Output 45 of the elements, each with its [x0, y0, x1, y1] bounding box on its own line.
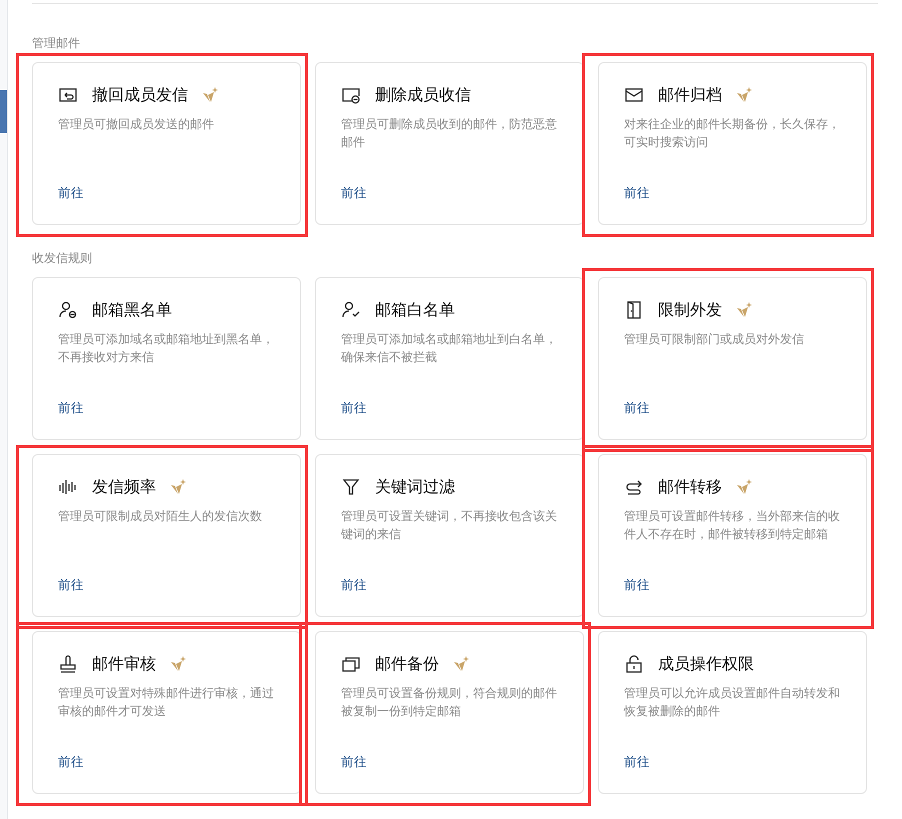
card-description: 管理员可以允许成员设置邮件自动转发和恢复被删除的邮件	[624, 685, 841, 720]
card-description: 管理员可设置邮件转移，当外部来信的收件人不存在时，邮件被转移到特定邮箱	[624, 508, 841, 543]
card-description: 管理员可添加域名或邮箱地址到白名单，确保来信不被拦截	[341, 331, 558, 366]
go-link[interactable]: 前往	[341, 400, 367, 417]
filter-icon	[341, 477, 361, 497]
active-marker	[0, 90, 7, 133]
card-description: 管理员可设置对特殊邮件进行审核，通过审核的邮件才可发送	[58, 685, 275, 720]
card-description: 对来往企业的邮件长期备份，长久保存，可实时搜索访问	[624, 116, 841, 151]
section-title: 管理邮件	[32, 36, 81, 50]
card-description: 管理员可添加域名或邮箱地址到黑名单，不再接收对方来信	[58, 331, 275, 366]
card-title: 撤回成员发信	[92, 84, 188, 106]
signal-bars-icon	[58, 477, 78, 497]
go-link[interactable]: 前往	[624, 754, 650, 771]
card-title: 邮箱黑名单	[92, 300, 172, 320]
card-description: 管理员可限制成员对陌生人的发信次数	[58, 508, 263, 525]
card-description: 管理员可撤回成员发送的邮件	[58, 116, 215, 133]
card-description: 管理员可限制部门或成员对外发信	[624, 331, 805, 348]
card-title: 邮件归档	[658, 84, 722, 106]
card-title: 限制外发	[658, 300, 722, 320]
card-title: 邮箱白名单	[375, 300, 455, 320]
go-link[interactable]: 前往	[624, 185, 650, 202]
card-title: 发信频率	[92, 476, 156, 498]
card-title: 邮件审核	[92, 654, 156, 674]
card-description: 管理员可设置关键词，不再接收包含该关键词的来信	[341, 508, 558, 543]
go-link[interactable]: 前往	[58, 754, 84, 771]
go-link[interactable]: 前往	[341, 754, 367, 771]
go-link[interactable]: 前往	[58, 185, 84, 202]
lock-icon	[624, 654, 644, 674]
user-check-icon	[341, 300, 361, 320]
go-link[interactable]: 前往	[624, 577, 650, 594]
go-link[interactable]: 前往	[58, 400, 84, 417]
section-title: 收发信规则	[32, 251, 93, 265]
card-title: 关键词过滤	[375, 476, 455, 498]
go-link[interactable]: 前往	[341, 577, 367, 594]
card-description: 管理员可设置备份规则，符合规则的邮件被复制一份到特定邮箱	[341, 685, 558, 720]
go-link[interactable]: 前往	[341, 185, 367, 202]
card-description: 管理员可删除成员收到的邮件，防范恶意邮件	[341, 116, 558, 151]
go-link[interactable]: 前往	[58, 577, 84, 594]
card-title: 删除成员收信	[375, 84, 471, 106]
stamp-icon	[58, 654, 78, 674]
card-title: 成员操作权限	[658, 654, 754, 674]
card-title: 邮件备份	[375, 654, 439, 674]
go-link[interactable]: 前往	[624, 400, 650, 417]
user-minus-icon	[58, 300, 78, 320]
card-title: 邮件转移	[658, 476, 722, 498]
